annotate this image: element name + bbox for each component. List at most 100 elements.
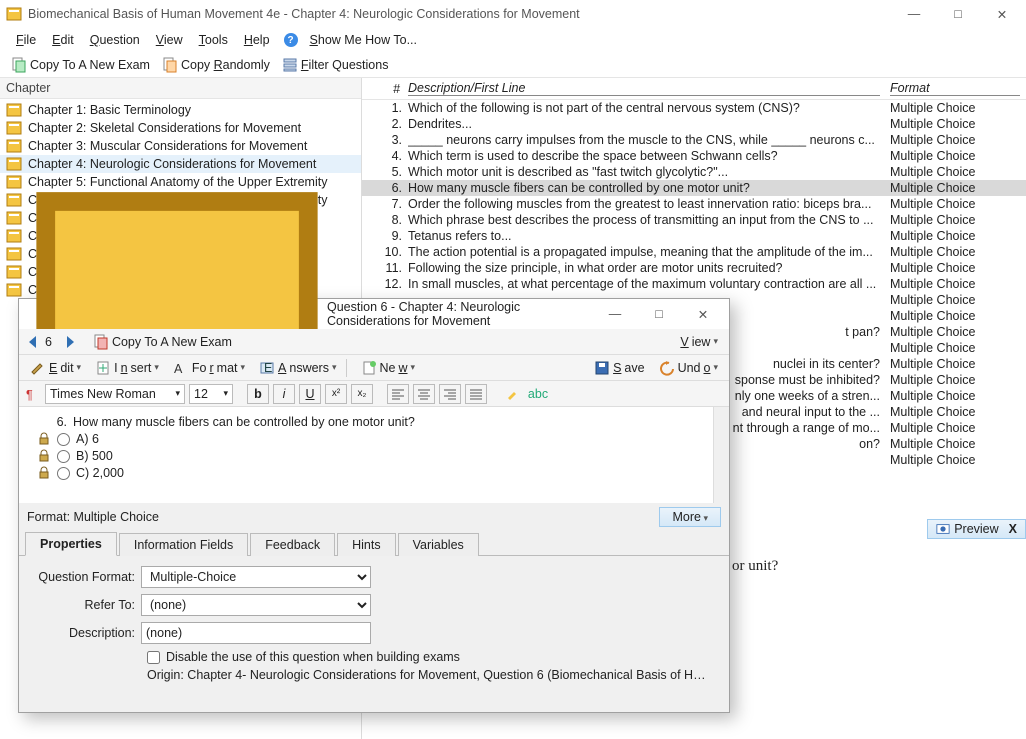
align-center-button[interactable] [413, 384, 435, 404]
answer-option[interactable]: C) 2,000 [37, 466, 711, 480]
chapter-row[interactable]: Chapter 1: Basic Terminology [0, 101, 361, 119]
format-icon: A [173, 360, 189, 376]
answer-text: B) 500 [76, 449, 113, 463]
prev-question-button[interactable] [25, 334, 41, 350]
question-row[interactable]: 7.Order the following muscles from the g… [362, 196, 1026, 212]
answer-option[interactable]: B) 500 [37, 449, 711, 463]
question-row[interactable]: 1.Which of the following is not part of … [362, 100, 1026, 116]
question-body[interactable]: 6. How many muscle fibers can be controll… [19, 407, 729, 503]
align-left-button[interactable] [387, 384, 409, 404]
tab-information-fields[interactable]: Information Fields [119, 533, 248, 556]
origin-label: Origin: Chapter 4- Neurologic Considerat… [147, 668, 707, 682]
copy-random-button[interactable]: Copy Randomly [157, 55, 275, 75]
answer-radio[interactable] [57, 433, 70, 446]
copy-new-exam-button[interactable]: Copy To A New Exam [6, 55, 155, 75]
menu-file[interactable]: File [8, 31, 44, 49]
qwin-maximize[interactable]: □ [637, 300, 681, 328]
paragraph-icon[interactable]: ¶ [25, 386, 41, 402]
lbl-refer-to: Refer To: [29, 598, 141, 612]
menu-show-me[interactable]: Show Me How To... [302, 31, 425, 49]
align-right-button[interactable] [439, 384, 461, 404]
filter-questions-button[interactable]: Filter Questions [277, 55, 394, 75]
chapter-icon [6, 174, 22, 190]
qwin-minimize[interactable]: ― [593, 300, 637, 328]
description-input[interactable] [141, 622, 371, 644]
bold-button[interactable]: b [247, 384, 269, 404]
subscript-button[interactable]: x₂ [351, 384, 373, 404]
answer-option[interactable]: A) 6 [37, 432, 711, 446]
edit-menu[interactable]: Edit [25, 358, 86, 378]
insert-menu[interactable]: Insert [90, 358, 164, 378]
font-size-value: 12 [194, 387, 208, 401]
qwin-copy-new-exam[interactable]: Copy To A New Exam [88, 332, 237, 352]
qwin-format-toolbar: ¶ Times New Roman▾ 12▾ b i U x² x₂ abc [19, 381, 729, 407]
italic-button[interactable]: i [273, 384, 295, 404]
question-row[interactable]: 8.Which phrase best describes the proces… [362, 212, 1026, 228]
lbl-description: Description: [29, 626, 141, 640]
col-num: # [368, 82, 408, 96]
col-desc[interactable]: Description/First Line [408, 81, 880, 96]
save-button[interactable]: Save [589, 358, 650, 378]
maximize-button[interactable]: □ [936, 0, 980, 28]
question-row[interactable]: 12.In small muscles, at what percentage … [362, 276, 1026, 292]
question-row[interactable]: 10.The action potential is a propagated … [362, 244, 1026, 260]
question-row[interactable]: 4.Which term is used to describe the spa… [362, 148, 1026, 164]
preview-body-fragment: or unit? [732, 558, 778, 575]
question-row[interactable]: 3._____ neurons carry impulses from the … [362, 132, 1026, 148]
menu-tools[interactable]: Tools [191, 31, 236, 49]
refer-to-select[interactable]: (none) [141, 594, 371, 616]
answer-radio[interactable] [57, 467, 70, 480]
preview-close[interactable]: X [1009, 522, 1017, 536]
superscript-button[interactable]: x² [325, 384, 347, 404]
qwin-close[interactable]: ✕ [681, 300, 725, 328]
question-format-select[interactable]: Multiple-Choice [141, 566, 371, 588]
question-row[interactable]: 11.Following the size principle, in what… [362, 260, 1026, 276]
copy-new-icon [11, 57, 27, 73]
qwin-view-menu[interactable]: View [675, 333, 723, 351]
font-name-select[interactable]: Times New Roman▾ [45, 384, 185, 404]
question-row[interactable]: 9.Tetanus refers to...Multiple Choice [362, 228, 1026, 244]
q-number: 6. [37, 415, 67, 429]
menu-help[interactable]: Help [236, 31, 278, 49]
format-bar: Format: Multiple Choice More [19, 503, 729, 531]
disable-checkbox[interactable] [147, 651, 160, 664]
preview-icon [936, 522, 950, 536]
answers-menu[interactable]: EAnswers [254, 358, 341, 378]
chapter-icon [6, 102, 22, 118]
menu-edit[interactable]: Edit [44, 31, 82, 49]
new-menu[interactable]: New [356, 358, 421, 378]
question-row[interactable]: 5.Which motor unit is described as "fast… [362, 164, 1026, 180]
properties-pane: Question Format: Multiple-Choice Refer T… [19, 556, 729, 712]
tab-properties[interactable]: Properties [25, 532, 117, 556]
font-size-select[interactable]: 12▾ [189, 384, 233, 404]
menu-question[interactable]: Question [82, 31, 148, 49]
tab-variables[interactable]: Variables [398, 533, 479, 556]
preview-label: Preview [954, 522, 998, 536]
next-question-button[interactable] [62, 334, 78, 350]
chapter-row[interactable]: Chapter 2: Skeletal Considerations for M… [0, 119, 361, 137]
answer-radio[interactable] [57, 450, 70, 463]
scrollbar[interactable] [713, 407, 729, 503]
disable-label: Disable the use of this question when bu… [166, 650, 460, 664]
chapter-row[interactable]: Chapter 3: Muscular Considerations for M… [0, 137, 361, 155]
lbl-question-format: Question Format: [29, 570, 141, 584]
preview-toggle[interactable]: Preview X [927, 519, 1026, 539]
chapter-icon [6, 120, 22, 136]
underline-button[interactable]: U [299, 384, 321, 404]
spellcheck-button[interactable]: abc [527, 384, 549, 404]
undo-button[interactable]: Undo [654, 358, 723, 378]
question-row[interactable]: 6.How many muscle fibers can be controll… [362, 180, 1026, 196]
col-format[interactable]: Format [890, 81, 1020, 96]
tab-hints[interactable]: Hints [337, 533, 395, 556]
q-text: How many muscle fibers can be controlled… [73, 415, 415, 429]
more-button[interactable]: More [659, 507, 721, 527]
question-row[interactable]: 2.Dendrites...Multiple Choice [362, 116, 1026, 132]
menu-view[interactable]: View [148, 31, 191, 49]
format-menu[interactable]: AFormat [168, 358, 250, 378]
highlight-button[interactable] [501, 384, 523, 404]
close-button[interactable]: ✕ [980, 0, 1024, 28]
justify-button[interactable] [465, 384, 487, 404]
tab-feedback[interactable]: Feedback [250, 533, 335, 556]
chapter-icon [6, 210, 22, 226]
minimize-button[interactable]: ― [892, 0, 936, 28]
